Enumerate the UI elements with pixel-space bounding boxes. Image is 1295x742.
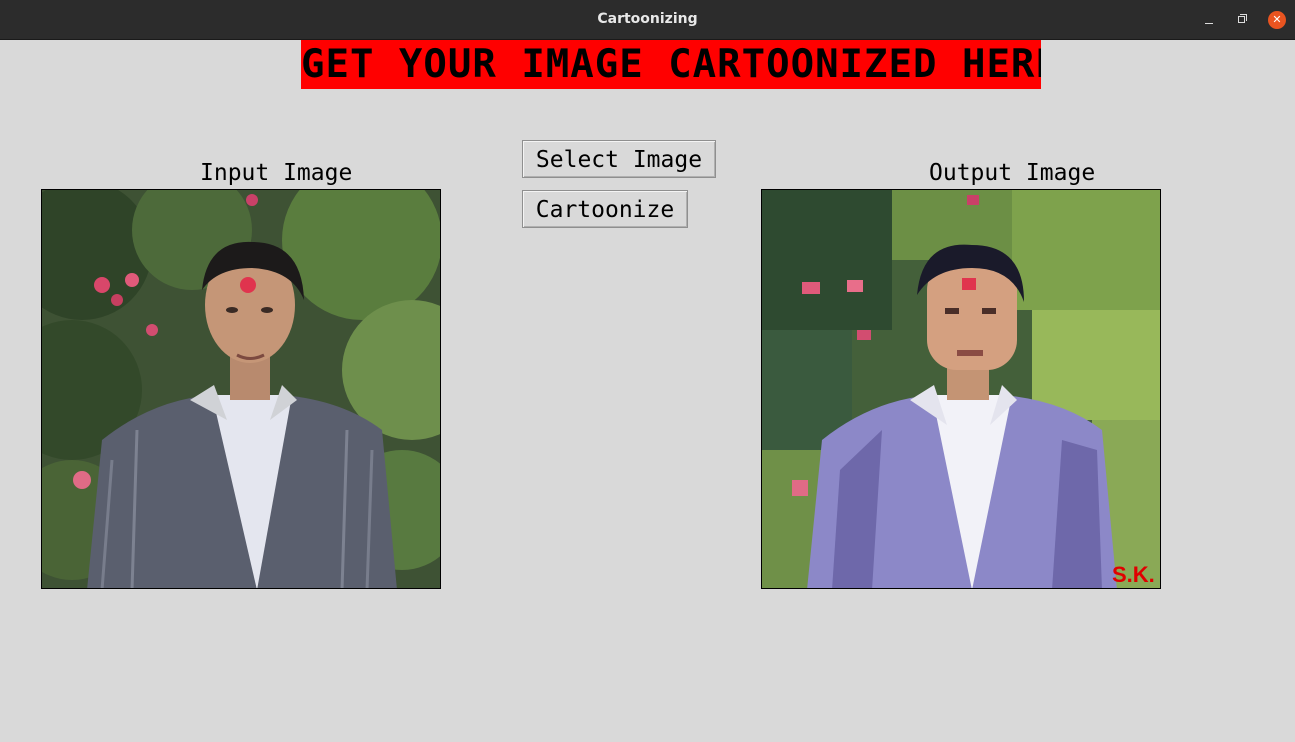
title-bar[interactable]: Cartoonizing ✕ xyxy=(0,0,1295,40)
input-photo xyxy=(42,190,440,588)
minimize-icon[interactable] xyxy=(1200,11,1218,29)
cartoonize-button[interactable]: Cartoonize xyxy=(522,190,688,228)
header-banner: GET YOUR IMAGE CARTOONIZED HERE! xyxy=(301,40,1041,89)
window-title: Cartoonizing xyxy=(597,11,698,27)
input-image xyxy=(41,189,441,589)
restore-front-box xyxy=(1238,16,1245,23)
watermark-text: S.K. xyxy=(1112,562,1155,587)
input-image-caption: Input Image xyxy=(200,160,353,186)
output-image-caption: Output Image xyxy=(929,160,1096,186)
output-image: S.K. xyxy=(761,189,1161,589)
app-window: Cartoonizing ✕ GET YOUR IMAGE CARTOONIZE… xyxy=(0,0,1295,742)
select-image-button[interactable]: Select Image xyxy=(522,140,716,178)
minimize-bar xyxy=(1205,23,1213,24)
close-icon[interactable]: ✕ xyxy=(1268,11,1286,29)
restore-icon[interactable] xyxy=(1233,11,1251,29)
output-photo: S.K. xyxy=(762,190,1160,588)
